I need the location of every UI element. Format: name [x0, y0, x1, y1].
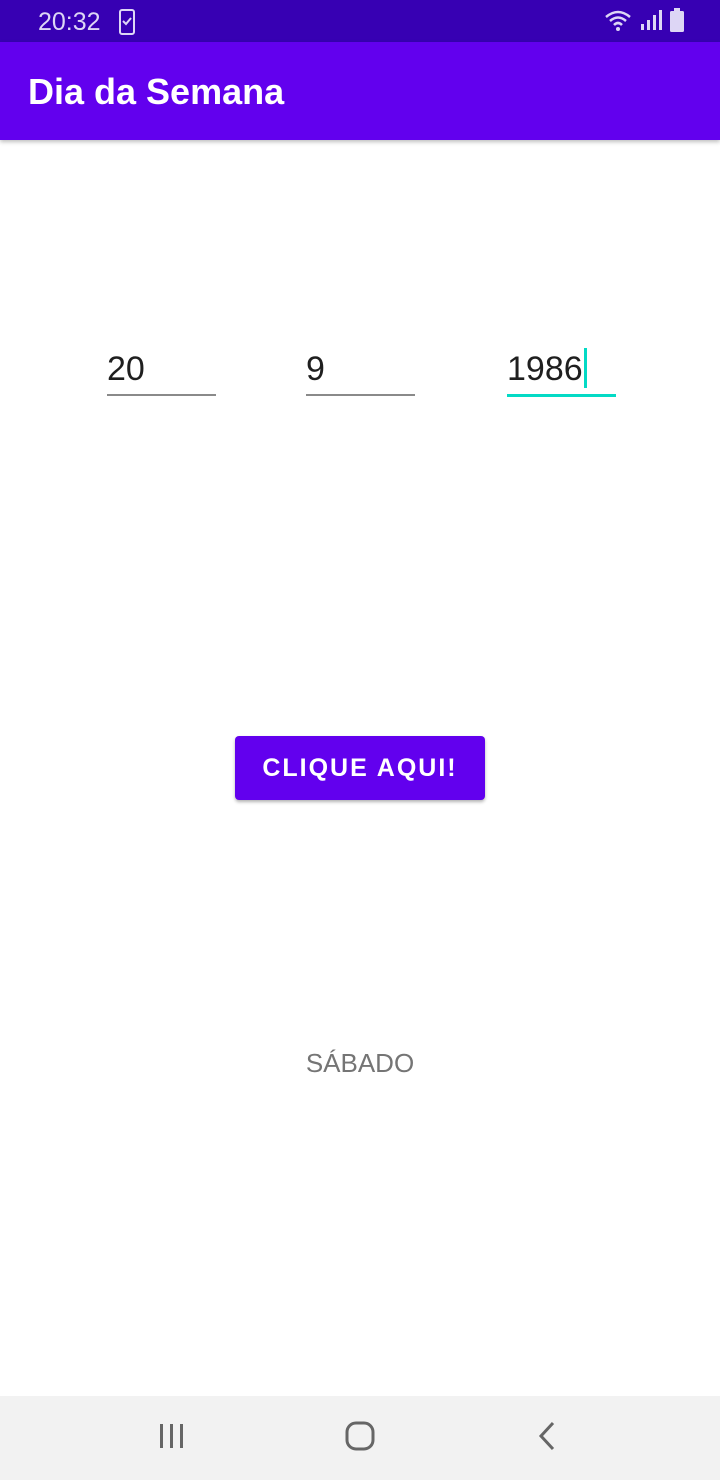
home-button[interactable] — [336, 1414, 384, 1462]
day-field-value: 20 — [107, 350, 145, 388]
back-button[interactable] — [523, 1414, 571, 1462]
month-field-underline — [306, 394, 415, 396]
year-field-underline — [507, 394, 616, 397]
wifi-icon — [604, 9, 632, 36]
recents-icon — [157, 1421, 187, 1456]
navigation-bar — [0, 1396, 720, 1480]
screen: 20:32 Dia da Semana 20 9 1986 CLIQUE AQU… — [0, 0, 720, 1480]
clique-aqui-button[interactable]: CLIQUE AQUI! — [235, 736, 485, 800]
status-icons — [604, 7, 684, 37]
signal-icon — [640, 9, 662, 36]
battery-icon — [670, 7, 684, 37]
month-field[interactable]: 9 — [306, 340, 415, 398]
app-title: Dia da Semana — [28, 71, 285, 112]
year-field-wrapper: 1986 — [507, 348, 587, 390]
day-field-underline — [107, 394, 216, 396]
day-field[interactable]: 20 — [107, 340, 216, 398]
home-icon — [344, 1420, 376, 1457]
back-icon — [535, 1420, 559, 1457]
month-field-value: 9 — [306, 350, 325, 388]
app-bar: Dia da Semana — [0, 42, 720, 140]
year-field[interactable]: 1986 — [507, 340, 616, 398]
result-text: SÁBADO — [305, 1048, 415, 1078]
status-time: 20:32 — [38, 8, 101, 36]
year-field-value: 1986 — [507, 350, 583, 388]
recents-button[interactable] — [148, 1414, 196, 1462]
text-cursor — [583, 348, 587, 388]
phone-check-icon — [118, 9, 136, 35]
status-bar: 20:32 — [0, 0, 720, 42]
